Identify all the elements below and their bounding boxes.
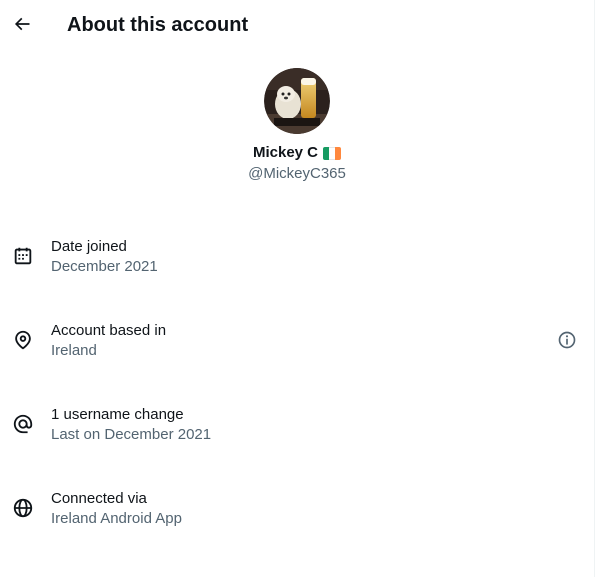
detail-username-change: 1 username change Last on December 2021: [0, 401, 594, 461]
handle: @MickeyC365: [248, 165, 346, 182]
page-header: About this account: [0, 0, 594, 50]
arrow-left-icon: [14, 17, 30, 31]
globe-icon: [12, 497, 34, 519]
detail-label: 1 username change: [51, 406, 184, 423]
display-name: Mickey C: [252, 144, 319, 161]
column-divider: [594, 0, 595, 577]
avatar[interactable]: [264, 68, 330, 134]
info-circle-icon[interactable]: [555, 328, 579, 352]
calendar-icon: [12, 245, 34, 267]
display-name-row: Mickey C: [0, 143, 594, 163]
location-pin-icon: [12, 329, 34, 351]
ireland-flag-icon: [323, 146, 342, 160]
page-title: About this account: [67, 14, 249, 36]
detail-value: Last on December 2021: [51, 426, 212, 443]
detail-connected-via: Connected via Ireland Android App: [0, 485, 594, 545]
profile-summary: Mickey C @MickeyC365: [0, 68, 594, 184]
detail-date-joined: Date joined December 2021: [0, 233, 594, 293]
detail-value: Ireland Android App: [51, 510, 182, 527]
detail-label: Connected via: [51, 490, 147, 507]
detail-account-based-in: Account based in Ireland: [0, 317, 594, 377]
back-button[interactable]: [6, 8, 38, 40]
at-sign-icon: [12, 413, 34, 435]
detail-value: December 2021: [51, 258, 158, 275]
detail-label: Account based in: [51, 322, 167, 339]
detail-label: Date joined: [51, 238, 127, 255]
detail-value: Ireland: [51, 342, 97, 359]
